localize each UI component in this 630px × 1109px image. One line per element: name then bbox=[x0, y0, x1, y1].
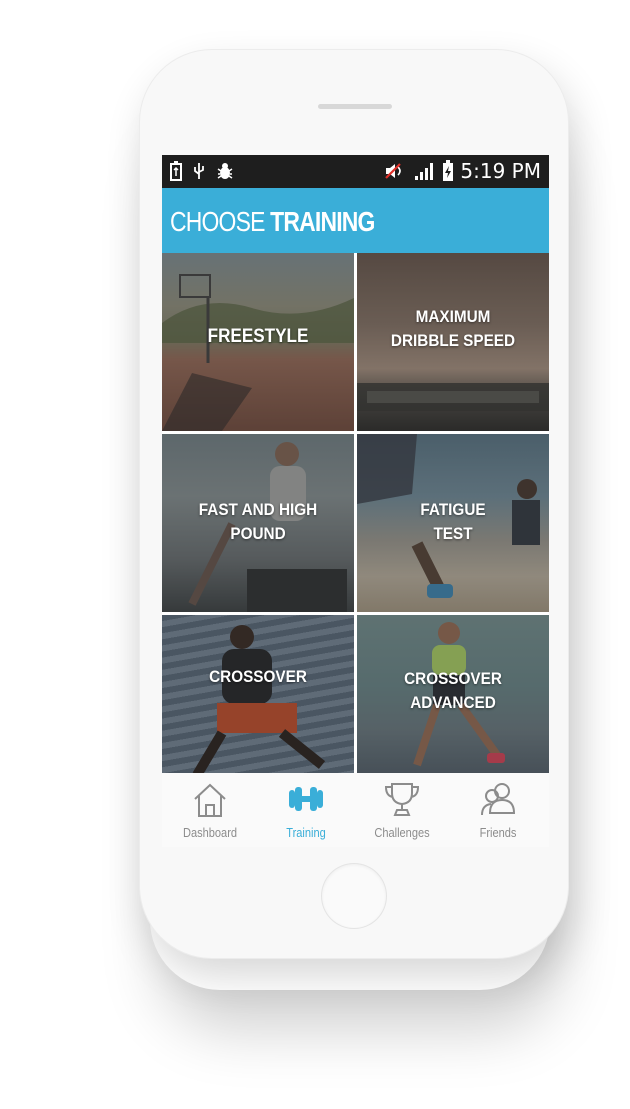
tab-challenges[interactable]: Challenges bbox=[354, 773, 450, 847]
tile-label: FATIGUE TEST bbox=[420, 500, 486, 543]
title-light: CHOOSE bbox=[170, 206, 265, 237]
tab-label: Dashboard bbox=[182, 825, 238, 840]
tab-label: Training bbox=[286, 825, 326, 840]
usb-icon bbox=[194, 163, 204, 179]
tile-label: FREESTYLE bbox=[207, 326, 309, 347]
charging-battery-icon bbox=[443, 160, 454, 181]
home-icon bbox=[194, 783, 226, 817]
tile-maximum-dribble-speed[interactable]: MAXIMUM DRIBBLE SPEED bbox=[357, 253, 549, 431]
tile-label: MAXIMUM DRIBBLE SPEED bbox=[390, 307, 516, 350]
dumbbell-icon bbox=[289, 787, 323, 811]
trophy-icon bbox=[384, 783, 420, 816]
tab-label: Friends bbox=[479, 825, 517, 840]
tab-friends[interactable]: Friends bbox=[450, 773, 546, 847]
status-bar: 5:19 PM bbox=[162, 155, 549, 188]
app-screen: 5:19 PM CHOOSE TRAINING FREESTYLE MAXIMU… bbox=[162, 155, 549, 847]
tile-label: FAST AND HIGH POUND bbox=[198, 500, 318, 543]
status-time: 5:19 PM bbox=[460, 159, 541, 183]
tile-crossover[interactable]: CROSSOVER bbox=[162, 615, 354, 793]
bottom-tab-bar: Dashboard Training Challenges Friends bbox=[162, 773, 549, 847]
friends-icon bbox=[481, 783, 516, 816]
signal-icon bbox=[415, 163, 434, 180]
tile-crossover-advanced[interactable]: CROSSOVER ADVANCED bbox=[357, 615, 549, 793]
phone-speaker bbox=[318, 104, 392, 109]
training-grid: FREESTYLE MAXIMUM DRIBBLE SPEED FAST AND… bbox=[162, 253, 549, 793]
phone-home-button[interactable] bbox=[322, 864, 386, 928]
tile-label: CROSSOVER ADVANCED bbox=[404, 669, 502, 712]
tile-fatigue-test[interactable]: FATIGUE TEST bbox=[357, 434, 549, 612]
mute-icon bbox=[385, 163, 402, 179]
tile-fast-and-high-pound[interactable]: FAST AND HIGH POUND bbox=[162, 434, 354, 612]
app-header: CHOOSE TRAINING bbox=[162, 188, 549, 253]
battery-icon bbox=[170, 161, 182, 181]
tile-freestyle[interactable]: FREESTYLE bbox=[162, 253, 354, 431]
page-title: CHOOSE TRAINING bbox=[170, 206, 375, 238]
tab-dashboard[interactable]: Dashboard bbox=[162, 773, 258, 847]
bug-icon bbox=[217, 163, 233, 179]
title-bold: TRAINING bbox=[270, 206, 375, 237]
tile-label: CROSSOVER bbox=[209, 667, 307, 686]
tab-training[interactable]: Training bbox=[258, 773, 354, 847]
tab-label: Challenges bbox=[374, 825, 430, 840]
